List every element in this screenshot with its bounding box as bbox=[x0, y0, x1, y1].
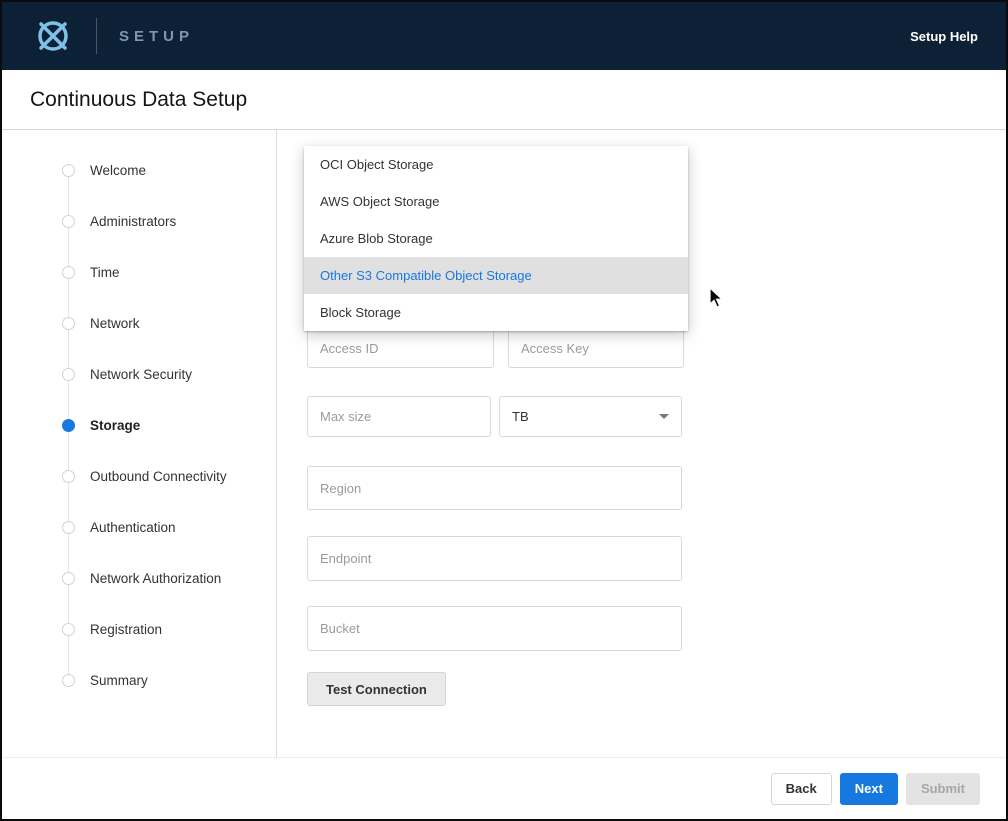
step-label: Network bbox=[90, 316, 140, 331]
max-size-input[interactable] bbox=[307, 396, 491, 437]
next-button[interactable]: Next bbox=[840, 773, 898, 805]
storage-type-dropdown-menu: OCI Object Storage AWS Object Storage Az… bbox=[304, 146, 688, 331]
step-circle-icon bbox=[62, 317, 75, 330]
step-label: Network Security bbox=[90, 367, 192, 382]
step-label: Time bbox=[90, 265, 120, 280]
storage-form-panel: TB Test Connection OCI Object Storage bbox=[277, 130, 1006, 757]
option-azure-blob-storage[interactable]: Azure Blob Storage bbox=[304, 220, 688, 257]
topbar-divider bbox=[96, 18, 97, 54]
step-time[interactable]: Time bbox=[2, 247, 276, 298]
step-storage[interactable]: Storage bbox=[2, 400, 276, 451]
step-label: Outbound Connectivity bbox=[90, 469, 227, 484]
option-oci-object-storage[interactable]: OCI Object Storage bbox=[304, 146, 688, 183]
access-key-input[interactable] bbox=[508, 328, 684, 368]
delphix-logo-icon bbox=[30, 19, 76, 53]
option-other-s3-compatible-object-storage[interactable]: Other S3 Compatible Object Storage bbox=[304, 257, 688, 294]
size-unit-select[interactable]: TB bbox=[499, 396, 682, 437]
size-unit-value: TB bbox=[512, 409, 529, 424]
step-circle-icon bbox=[62, 572, 75, 585]
option-block-storage[interactable]: Block Storage bbox=[304, 294, 688, 331]
top-bar: SETUP Setup Help bbox=[2, 2, 1006, 70]
step-network-security[interactable]: Network Security bbox=[2, 349, 276, 400]
app-window: SETUP Setup Help Continuous Data Setup W… bbox=[0, 0, 1008, 821]
step-summary[interactable]: Summary bbox=[2, 655, 276, 706]
option-aws-object-storage[interactable]: AWS Object Storage bbox=[304, 183, 688, 220]
step-label: Welcome bbox=[90, 163, 146, 178]
step-circle-icon bbox=[62, 674, 75, 687]
step-circle-icon bbox=[62, 470, 75, 483]
step-label: Administrators bbox=[90, 214, 176, 229]
step-authentication[interactable]: Authentication bbox=[2, 502, 276, 553]
step-circle-active-icon bbox=[62, 419, 75, 432]
wizard-footer: Back Next Submit bbox=[2, 757, 1006, 819]
step-label: Storage bbox=[90, 418, 140, 433]
step-network-authorization[interactable]: Network Authorization bbox=[2, 553, 276, 604]
region-input[interactable] bbox=[307, 466, 682, 510]
step-label: Registration bbox=[90, 622, 162, 637]
setup-brand-label: SETUP bbox=[119, 28, 194, 45]
bucket-input[interactable] bbox=[307, 606, 682, 651]
step-circle-icon bbox=[62, 266, 75, 279]
step-network[interactable]: Network bbox=[2, 298, 276, 349]
step-label: Summary bbox=[90, 673, 148, 688]
step-circle-icon bbox=[62, 215, 75, 228]
step-label: Network Authorization bbox=[90, 571, 221, 586]
step-circle-icon bbox=[62, 368, 75, 381]
access-id-input[interactable] bbox=[307, 328, 494, 368]
page-title: Continuous Data Setup bbox=[30, 88, 247, 112]
setup-help-link[interactable]: Setup Help bbox=[910, 29, 978, 44]
submit-button: Submit bbox=[906, 773, 980, 805]
step-administrators[interactable]: Administrators bbox=[2, 196, 276, 247]
step-registration[interactable]: Registration bbox=[2, 604, 276, 655]
wizard-stepper: Welcome Administrators Time Network Netw… bbox=[2, 130, 277, 757]
step-outbound-connectivity[interactable]: Outbound Connectivity bbox=[2, 451, 276, 502]
step-circle-icon bbox=[62, 623, 75, 636]
step-circle-icon bbox=[62, 521, 75, 534]
back-button[interactable]: Back bbox=[771, 773, 832, 805]
step-circle-icon bbox=[62, 164, 75, 177]
test-connection-button[interactable]: Test Connection bbox=[307, 672, 446, 706]
step-label: Authentication bbox=[90, 520, 176, 535]
endpoint-input[interactable] bbox=[307, 536, 682, 581]
step-welcome[interactable]: Welcome bbox=[2, 145, 276, 196]
chevron-down-icon bbox=[659, 414, 669, 419]
title-bar: Continuous Data Setup bbox=[2, 70, 1006, 130]
